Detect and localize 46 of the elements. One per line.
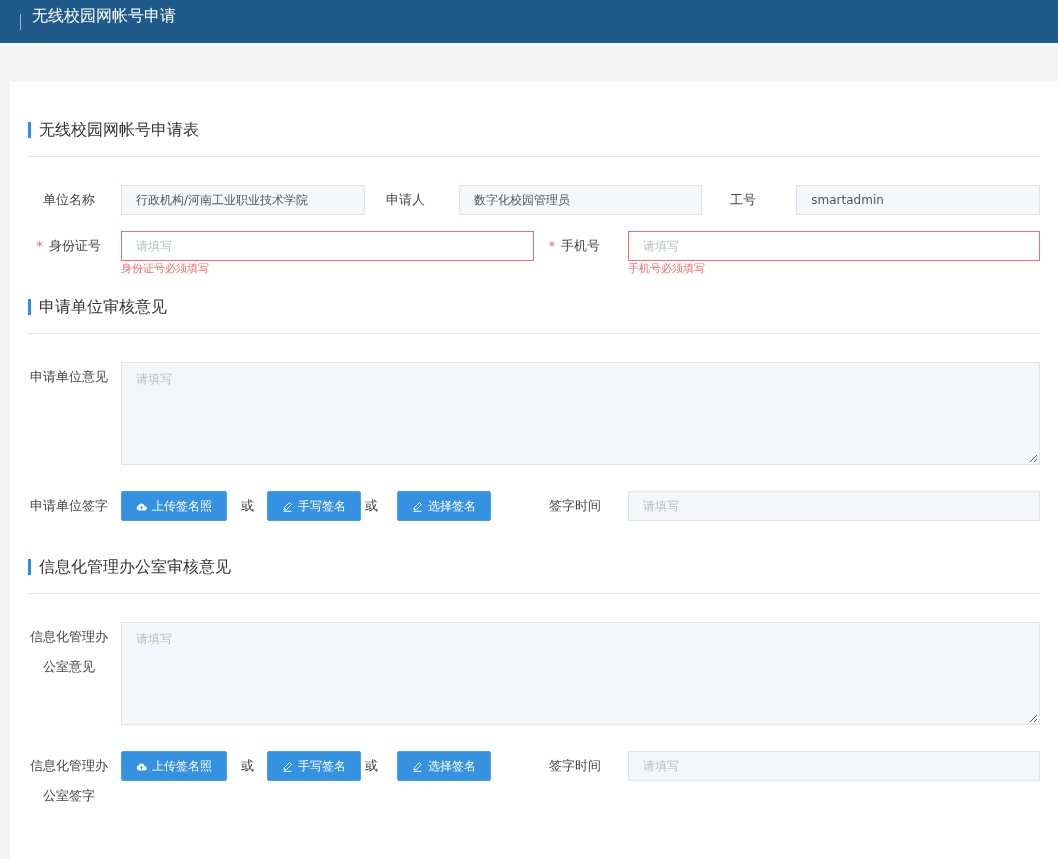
required-asterisk: *: [36, 237, 43, 255]
text-input[interactable]: smartadmin: [796, 185, 1040, 215]
signature-button[interactable]: 上传签名照: [121, 751, 227, 781]
field-label: 信息化管理办公室签字: [29, 758, 108, 803]
cloud-upload-icon: [136, 761, 147, 771]
comment-textarea[interactable]: 请填写: [121, 622, 1040, 725]
page-title: 无线校园网帐号申请: [32, 6, 176, 27]
or-separator: 或: [240, 498, 254, 513]
text-input[interactable]: 请填写: [121, 231, 534, 261]
error-message: 手机号必须填写: [627, 262, 705, 275]
field-label: 申请单位意见: [29, 369, 108, 384]
signature-button[interactable]: 手写签名: [267, 491, 361, 521]
section-title: 申请单位审核意见: [39, 296, 167, 318]
text-input[interactable]: 请填写: [627, 231, 1040, 261]
section-title: 信息化管理办公室审核意见: [39, 556, 231, 578]
field-label: 手机号: [561, 237, 601, 255]
or-separator: 或: [240, 758, 254, 773]
signature-button[interactable]: 手写签名: [267, 751, 361, 781]
resize-grip-icon: [1029, 454, 1038, 463]
field-label: 签字时间: [548, 758, 601, 773]
text-input[interactable]: 数字化校园管理员: [458, 185, 703, 215]
field-label: 申请人: [386, 192, 426, 207]
field-label: 信息化管理办公室意见: [29, 629, 108, 674]
signature-button[interactable]: 上传签名照: [121, 491, 227, 521]
text-input[interactable]: 请填写: [627, 751, 1040, 781]
signature-button[interactable]: 选择签名: [397, 491, 491, 521]
field-label: 签字时间: [548, 498, 601, 513]
pen-icon: [412, 500, 423, 512]
or-separator: 或: [365, 758, 378, 773]
field-label: 身份证号: [48, 237, 101, 255]
text-input[interactable]: 行政机构/河南工业职业技术学院: [121, 185, 365, 215]
field-label: 申请单位签字: [29, 498, 108, 513]
field-label: 工号: [730, 192, 757, 207]
section-title: 无线校园网帐号申请表: [39, 119, 199, 141]
signature-button[interactable]: 选择签名: [397, 751, 491, 781]
pen-icon: [282, 760, 293, 772]
cloud-upload-icon: [136, 501, 147, 511]
field-label: 单位名称: [42, 192, 95, 207]
comment-textarea[interactable]: 请填写: [121, 362, 1040, 465]
error-message: 身份证号必须填写: [121, 262, 209, 275]
text-input[interactable]: 请填写: [627, 491, 1040, 521]
required-asterisk: *: [548, 237, 556, 255]
pen-icon: [412, 760, 423, 772]
resize-grip-icon: [1029, 714, 1038, 723]
or-separator: 或: [365, 498, 378, 513]
pen-icon: [282, 500, 293, 512]
